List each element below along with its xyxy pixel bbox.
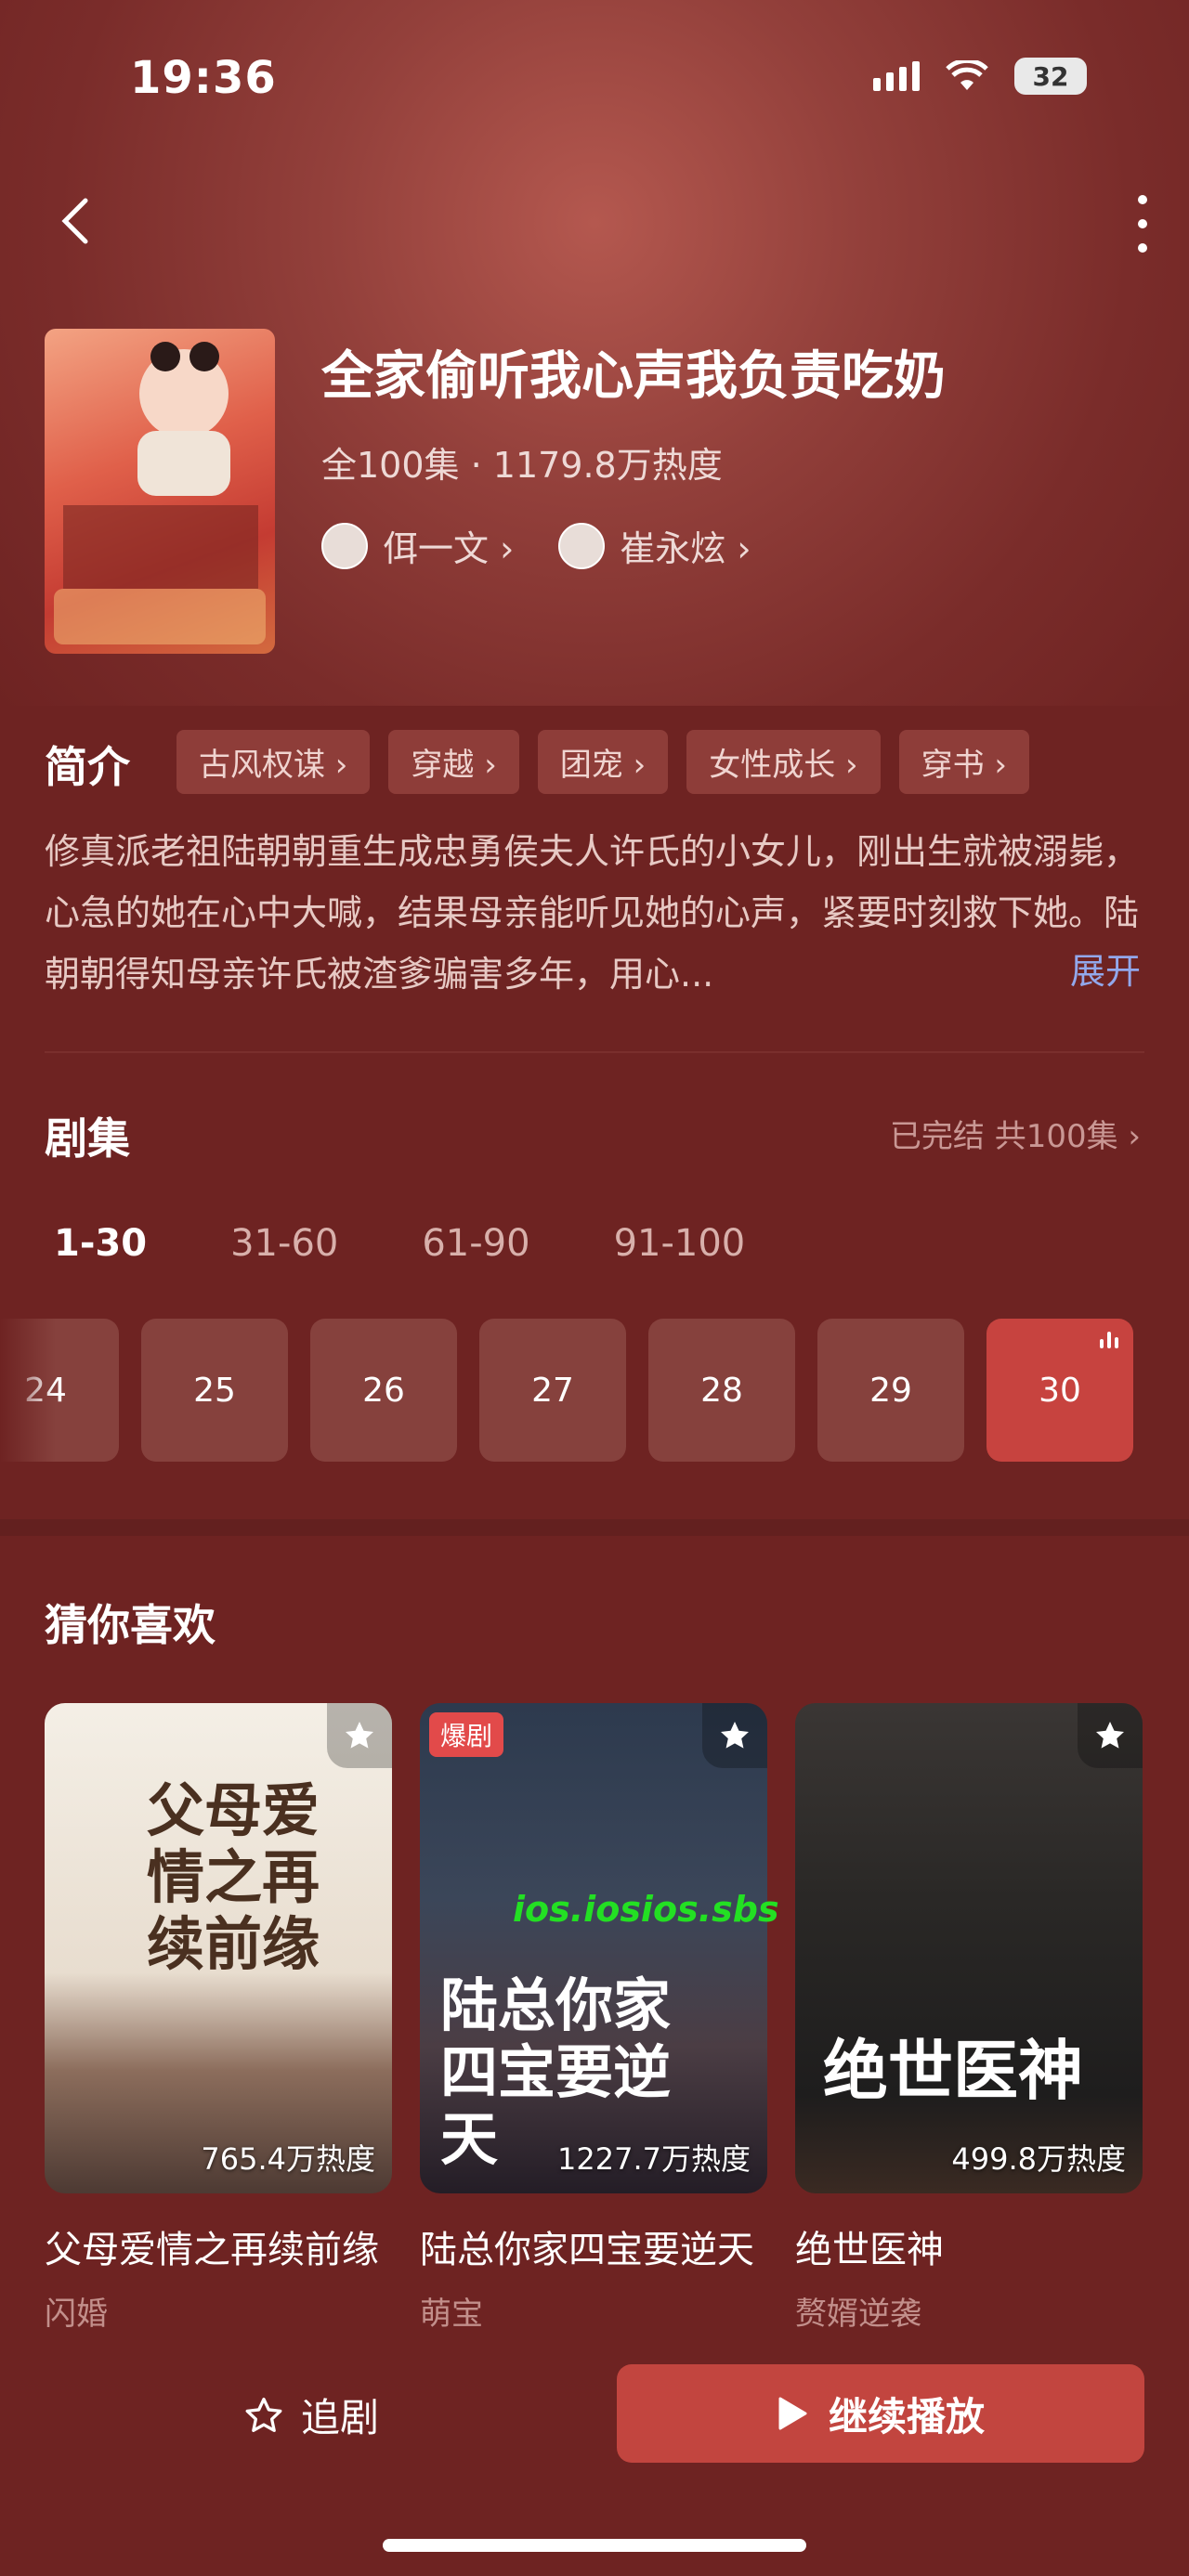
- home-indicator[interactable]: [383, 2539, 806, 2552]
- favorite-button[interactable]: [702, 1703, 767, 1768]
- cast-list: 佴一文 › 崔永炫 ›: [321, 520, 751, 571]
- cast-name: 崔永炫 ›: [620, 528, 751, 569]
- more-options-button[interactable]: [1133, 195, 1152, 253]
- star-icon: [721, 1722, 749, 1749]
- now-playing-icon: [1100, 1332, 1118, 1348]
- recommend-card[interactable]: 绝世医神 499.8万热度 绝世医神 赘婿逆袭: [795, 1703, 1143, 2334]
- card-tag: 闪婚: [45, 2296, 108, 2333]
- episode-button[interactable]: 25: [141, 1319, 288, 1462]
- chevron-left-icon: [61, 198, 88, 244]
- episode-number: 26: [362, 1371, 405, 1410]
- episode-button[interactable]: 26: [310, 1319, 457, 1462]
- tab-range[interactable]: 31-60: [230, 1222, 338, 1265]
- tag-chip[interactable]: 穿书 ›: [898, 730, 1030, 794]
- expand-link[interactable]: 展开: [1070, 943, 1141, 994]
- episode-number: 28: [700, 1371, 743, 1410]
- episode-number: 29: [869, 1371, 912, 1410]
- episode-button[interactable]: 27: [479, 1319, 626, 1462]
- follow-button[interactable]: 追剧: [243, 2387, 379, 2443]
- recommend-card[interactable]: 父母爱情之再续前缘 765.4万热度 父母爱情之再续前缘 闪婚: [45, 1703, 392, 2334]
- tab-range[interactable]: 61-90: [422, 1222, 529, 1265]
- dot-icon: [1138, 195, 1147, 204]
- card-tag: 萌宝: [420, 2296, 483, 2333]
- continue-play-button[interactable]: 继续播放: [617, 2364, 1144, 2463]
- play-icon: [778, 2397, 807, 2430]
- heat-count: 765.4万热度: [201, 2141, 375, 2177]
- favorite-button[interactable]: [1078, 1703, 1143, 1768]
- star-icon: [1096, 1722, 1124, 1749]
- episodes-status-link[interactable]: 已完结 共100集 ›: [890, 1111, 1141, 1156]
- cast-member[interactable]: 佴一文 ›: [321, 520, 514, 571]
- episode-button-current[interactable]: 30: [986, 1319, 1133, 1462]
- heat-count: 1227.7万热度: [557, 2141, 751, 2177]
- tab-range[interactable]: 1-30: [54, 1222, 147, 1265]
- star-icon: [346, 1722, 373, 1749]
- card-title: 父母爱情之再续前缘: [45, 2229, 379, 2271]
- intro-description: 修真派老祖陆朝朝重生成忠勇侯夫人许氏的小女儿，刚出生就被溺毙，心急的她在心中大喊…: [45, 831, 1140, 995]
- tab-range[interactable]: 91-100: [614, 1222, 746, 1265]
- episode-number: 27: [531, 1371, 574, 1410]
- card-title: 绝世医神: [795, 2229, 944, 2271]
- poster-title: 父母爱情之再续前缘: [147, 1776, 320, 1978]
- heat-count: 499.8万热度: [951, 2141, 1126, 2177]
- card-tag: 赘婿逆袭: [795, 2296, 921, 2333]
- follow-label: 追剧: [301, 2395, 380, 2440]
- recommend-list: 父母爱情之再续前缘 765.4万热度 父母爱情之再续前缘 闪婚 爆剧 陆总你家四…: [45, 1703, 1143, 2334]
- avatar: [321, 522, 368, 569]
- wifi-icon: [946, 60, 988, 90]
- poster-title: 绝世医神: [823, 2032, 1083, 2109]
- episode-button[interactable]: 28: [648, 1319, 795, 1462]
- tag-list: 古风权谋 › 穿越 › 团宠 › 女性成长 › 穿书 ›: [176, 730, 1030, 794]
- dot-icon: [1138, 219, 1147, 228]
- drama-meta: 全100集 · 1179.8万热度: [321, 445, 723, 486]
- cast-member[interactable]: 崔永炫 ›: [558, 520, 751, 571]
- cast-name: 佴一文 ›: [383, 528, 515, 569]
- card-poster: 爆剧 陆总你家四宝要逆天 1227.7万热度: [420, 1703, 767, 2193]
- dot-icon: [1138, 243, 1147, 253]
- episode-grid: 24 25 26 27 28 29 30: [0, 1319, 1133, 1462]
- intro-heading: 简介: [45, 742, 130, 792]
- card-poster: 父母爱情之再续前缘 765.4万热度: [45, 1703, 392, 2193]
- watermark-text: ios.iosios.sbs: [513, 1889, 779, 1930]
- card-poster: 绝世医神 499.8万热度: [795, 1703, 1143, 2193]
- avatar: [558, 522, 606, 569]
- status-time: 19:36: [130, 52, 277, 104]
- episode-range-tabs: 1-30 31-60 61-90 91-100: [54, 1222, 829, 1265]
- recommend-card[interactable]: 爆剧 陆总你家四宝要逆天 1227.7万热度 陆总你家四宝要逆天 萌宝: [420, 1703, 767, 2334]
- battery-icon: 32: [1014, 58, 1087, 95]
- episode-button[interactable]: 29: [817, 1319, 964, 1462]
- signal-icon: [873, 61, 920, 91]
- tag-chip[interactable]: 团宠 ›: [537, 730, 669, 794]
- tag-chip[interactable]: 古风权谋 ›: [176, 730, 371, 794]
- hot-badge: 爆剧: [429, 1712, 504, 1757]
- episodes-heading: 剧集: [45, 1113, 130, 1164]
- play-label: 继续播放: [828, 2393, 985, 2439]
- drama-title: 全家偷听我心声我负责吃奶: [321, 346, 946, 407]
- episode-number: 25: [193, 1371, 236, 1410]
- status-icons: 32: [873, 58, 1087, 95]
- episode-number: 30: [1039, 1371, 1081, 1410]
- favorite-button[interactable]: [327, 1703, 392, 1768]
- tag-chip[interactable]: 穿越 ›: [388, 730, 519, 794]
- drama-poster: [45, 329, 275, 654]
- tag-chip[interactable]: 女性成长 ›: [686, 730, 881, 794]
- divider: [45, 1051, 1144, 1053]
- card-title: 陆总你家四宝要逆天: [420, 2229, 754, 2271]
- scroll-fade: [0, 1309, 56, 1467]
- recommend-heading: 猜你喜欢: [45, 1600, 216, 1650]
- star-outline-icon: [245, 2397, 282, 2432]
- back-button[interactable]: [50, 193, 106, 249]
- section-separator: [0, 1519, 1189, 1536]
